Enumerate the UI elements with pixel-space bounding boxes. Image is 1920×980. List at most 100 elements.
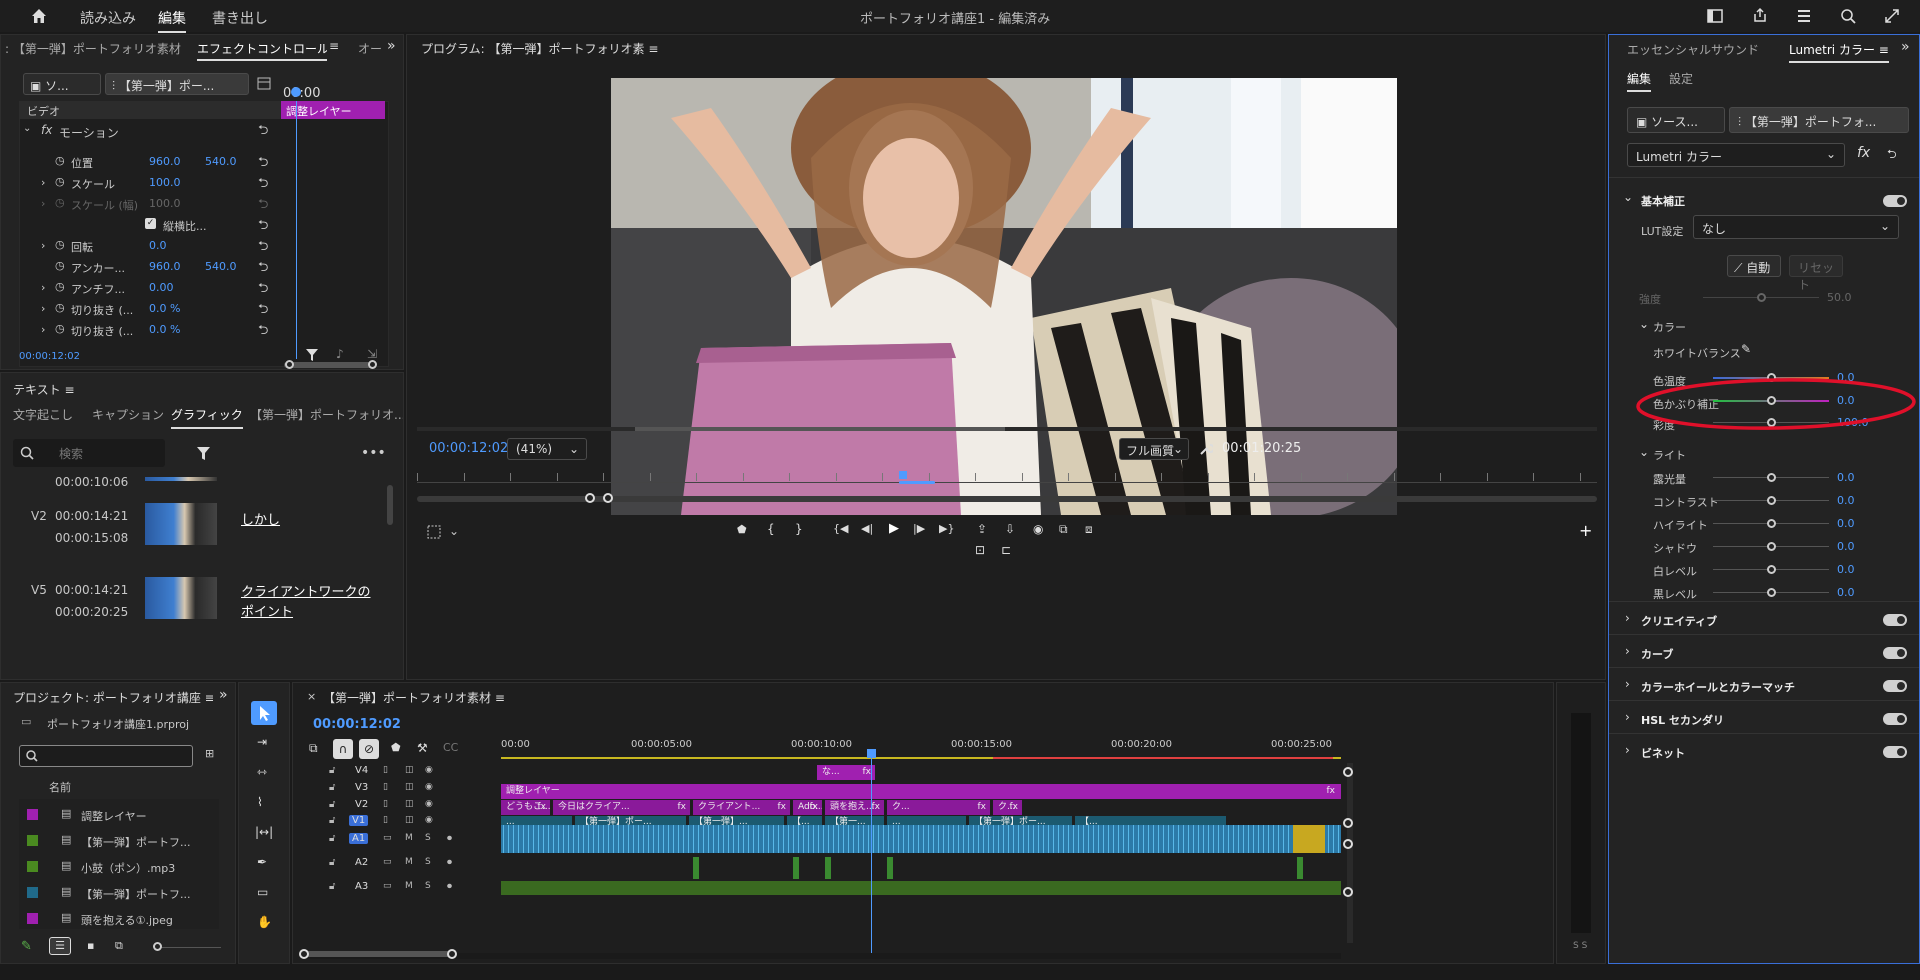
linked-selection-icon[interactable]: ⊘ — [359, 739, 379, 759]
reset-icon[interactable]: ⮌ — [258, 321, 268, 343]
reset-icon[interactable]: ⮌ — [258, 121, 268, 143]
record-icon[interactable]: S — [425, 833, 431, 843]
stopwatch-icon[interactable]: ◷ — [55, 322, 65, 335]
property-row[interactable]: › ◷ スケール 100.0 ⮌ — [19, 174, 281, 194]
tab-essential-sound[interactable]: エッセンシャルサウンド — [1627, 41, 1759, 58]
search-field[interactable]: 検索 — [13, 439, 165, 467]
list-view-icon[interactable]: ☰ — [49, 937, 71, 955]
pencil-icon[interactable]: ✎ — [21, 939, 32, 954]
expand-chevron-icon[interactable]: › — [41, 197, 45, 210]
a3-audio-track[interactable] — [501, 881, 1341, 895]
section-basic[interactable]: 基本補正 — [1641, 193, 1685, 209]
chevron-right-icon[interactable]: » — [1901, 39, 1910, 55]
fullscreen-icon[interactable] — [1884, 8, 1900, 24]
play-icon[interactable]: ▶ — [889, 521, 899, 536]
proxy-icon[interactable]: ⊡ — [975, 543, 985, 557]
menu-edit[interactable]: 編集 — [158, 8, 186, 33]
property-value-2[interactable]: 540.0 — [205, 260, 237, 273]
timeline-hscroll[interactable] — [301, 953, 1341, 959]
track-header[interactable]: 🔓︎ A2 ▭ M S ⏺ — [323, 857, 493, 879]
fx-icon[interactable]: fx — [1857, 145, 1870, 161]
rectangle-icon[interactable]: ▭ — [257, 885, 268, 899]
property-row[interactable]: › ◷ 切り抜き (... 0.0 % ⮌ — [19, 300, 281, 320]
project-item[interactable]: ▤ 調整レイヤー — [19, 805, 219, 825]
wrench-icon[interactable]: ⚒ — [417, 741, 428, 755]
hand-icon[interactable]: ✋ — [257, 915, 272, 929]
expand-chevron-icon[interactable]: › — [41, 323, 45, 336]
expand-motion-icon[interactable]: ⌄ — [23, 123, 31, 134]
property-value[interactable]: 0.0 — [149, 239, 167, 252]
slip-icon[interactable]: |↔| — [255, 825, 273, 839]
camera-icon[interactable]: ◉ — [1033, 522, 1043, 536]
eye-icon[interactable]: ◉ — [425, 765, 433, 775]
mute-icon[interactable]: ▭ — [383, 881, 392, 891]
property-value[interactable]: 0.0 % — [149, 302, 180, 315]
light-slider-knob[interactable] — [1767, 473, 1776, 482]
output-icon[interactable]: ◫ — [405, 765, 414, 775]
section-color[interactable]: カラー — [1653, 319, 1686, 335]
v4-clip[interactable]: な... fx — [817, 765, 875, 780]
label-color-swatch[interactable] — [27, 835, 38, 846]
eye-icon[interactable]: ◉ — [425, 815, 433, 825]
track-header[interactable]: 🔓︎ V4 ▯ ◫ ◉ — [323, 765, 493, 780]
output-icon[interactable]: ◫ — [405, 782, 414, 792]
zoom-select[interactable]: (41%) ⌄ — [507, 438, 587, 460]
reset-icon[interactable]: ⮌ — [258, 237, 268, 259]
chevron-right-icon[interactable]: » — [219, 687, 228, 703]
reset-icon[interactable]: ⮌ — [258, 279, 268, 301]
reset-icon[interactable]: ⮌ — [258, 258, 268, 280]
property-value[interactable]: 100.0 — [149, 176, 181, 189]
light-slider-row[interactable]: 黒レベル 0.0 — [1609, 586, 1919, 606]
stopwatch-icon[interactable]: ◷ — [55, 259, 65, 272]
menu-export[interactable]: 書き出し — [212, 8, 268, 28]
property-row[interactable]: ◷ アンカー... 960.0 540.0 ⮌ — [19, 258, 281, 278]
menu-import[interactable]: 読み込み — [80, 8, 136, 28]
v2-text-clip[interactable]: 今日はクライア... fx — [553, 800, 691, 815]
section-header[interactable]: › クリエイティブ — [1609, 611, 1919, 631]
output-icon[interactable]: ◫ — [405, 799, 414, 809]
subtab-settings[interactable]: 設定 — [1669, 70, 1693, 87]
pen-icon[interactable]: ✒ — [257, 855, 267, 869]
lift-icon[interactable]: ⇪ — [977, 522, 987, 536]
section-toggle[interactable] — [1883, 746, 1907, 758]
stopwatch-icon[interactable]: ◷ — [55, 280, 65, 293]
a1-audio-track[interactable] — [501, 825, 1341, 853]
track-header[interactable]: 🔓︎ A3 ▭ M S ⏺ — [323, 881, 493, 895]
subtab-edit[interactable]: 編集 — [1627, 70, 1652, 92]
section-header[interactable]: › カーブ — [1609, 644, 1919, 664]
compare-icon[interactable]: ⧉ — [1059, 522, 1068, 537]
expand-chevron-icon[interactable]: › — [41, 281, 45, 294]
tab-captions[interactable]: キャプション — [92, 406, 164, 423]
source-clip-button[interactable]: ▣ ソ... — [23, 73, 101, 95]
settings-wrench-icon[interactable] — [1199, 442, 1213, 456]
record-icon[interactable]: S — [425, 857, 431, 867]
timeline-ruler[interactable]: 00:00 00:00:05:00 00:00:10:00 00:00:15:00 00… — [501, 737, 1341, 757]
solo-icon[interactable]: M — [405, 857, 413, 867]
track-header[interactable]: 🔓︎ V2 ▯ ◫ ◉ — [323, 799, 493, 814]
lock-icon[interactable]: 🔓︎ — [329, 765, 335, 776]
track-header[interactable]: 🔓︎ V3 ▯ ◫ ◉ — [323, 782, 493, 797]
v2-text-clip[interactable]: Ado... fx — [793, 800, 823, 815]
panel-layout-icon[interactable] — [257, 77, 271, 90]
property-row[interactable]: ◷ 位置 960.0 540.0 ⮌ — [19, 153, 281, 173]
extract-icon[interactable]: ⇩ — [1005, 522, 1015, 536]
chevron-down-icon[interactable]: ⌄ — [449, 524, 459, 538]
a2-clip[interactable] — [693, 857, 699, 879]
label-color-swatch[interactable] — [27, 887, 38, 898]
track-header[interactable]: 🔓︎ V1 ▯ ◫ ◉ — [323, 815, 493, 829]
microphone-icon[interactable]: ⏺ — [447, 881, 452, 892]
chevron-down-icon[interactable]: ⌄ — [1639, 317, 1649, 331]
graphic-row[interactable]: V2 00:00:14:21 00:00:15:08 しかし — [1, 503, 381, 563]
lock-icon[interactable]: 🔓︎ — [329, 857, 335, 868]
graphic-label[interactable]: クライアントワークのポイント — [241, 583, 371, 623]
mute-icon[interactable]: ▭ — [383, 857, 392, 867]
lock-icon[interactable]: 🔓︎ — [329, 881, 335, 892]
panel-icon[interactable] — [1707, 9, 1723, 23]
a2-clip[interactable] — [793, 857, 799, 879]
chevron-down-icon[interactable]: ⌄ — [1639, 445, 1649, 459]
track-name[interactable]: V2 — [355, 799, 368, 810]
program-playhead[interactable] — [899, 471, 907, 479]
timeline-timecode[interactable]: 00:00:12:02 — [313, 717, 401, 732]
reset-icon[interactable]: ⮌ — [258, 216, 268, 238]
v2-text-clip[interactable]: 頭を抱え... fx — [825, 800, 885, 815]
